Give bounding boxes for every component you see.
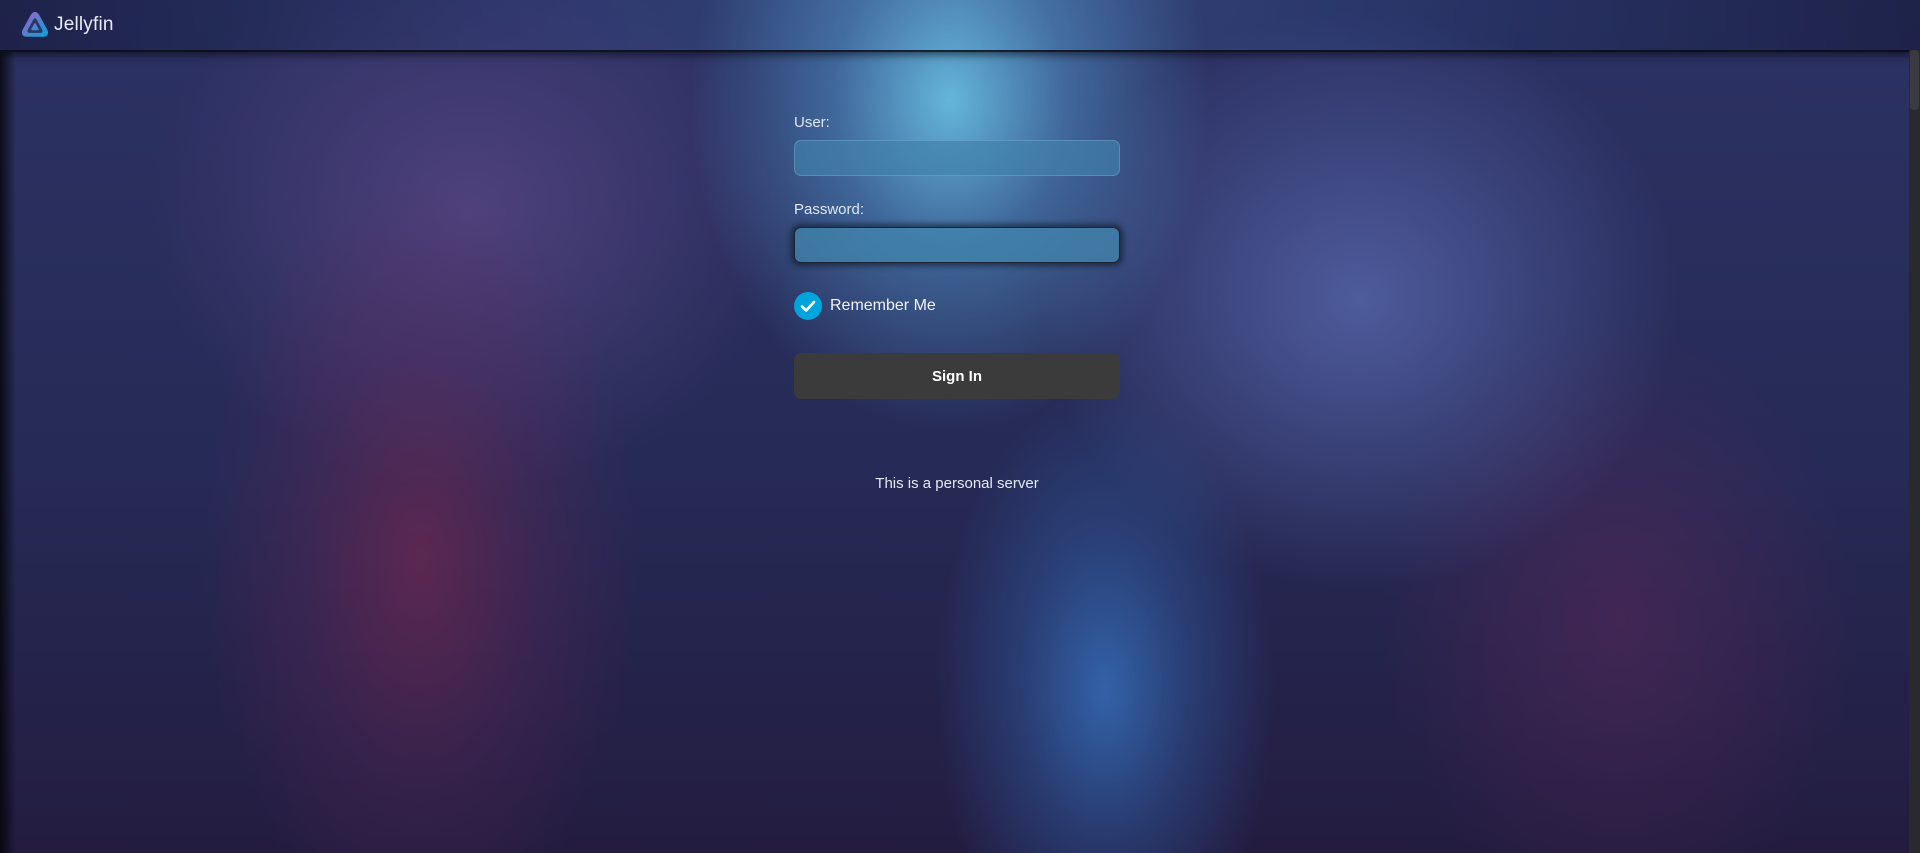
app-name: Jellyfin (54, 14, 114, 35)
remember-me-label: Remember Me (830, 297, 936, 314)
password-label: Password: (794, 201, 865, 218)
brand-home-link[interactable]: Jellyfin (20, 10, 114, 40)
user-field-group: User: (794, 114, 1120, 176)
checkmark-icon (800, 300, 816, 312)
user-input[interactable] (794, 140, 1120, 176)
page-scrollbar[interactable] (1909, 50, 1920, 853)
scrollbar-thumb[interactable] (1910, 50, 1919, 110)
sign-in-button[interactable]: Sign In (794, 353, 1120, 399)
app-header: Jellyfin (0, 0, 1920, 52)
jellyfin-logo-icon (21, 12, 49, 37)
password-input[interactable] (794, 227, 1120, 263)
login-form: User: Password: Remember Me Sign In (794, 114, 1120, 399)
user-label: User: (794, 114, 830, 131)
remember-me-toggle[interactable]: Remember Me (794, 292, 1120, 320)
left-edge-shadow (0, 52, 16, 853)
password-field-group: Password: (794, 201, 1120, 263)
remember-me-checkbox[interactable] (794, 292, 822, 320)
login-disclaimer: This is a personal server (875, 475, 1039, 492)
